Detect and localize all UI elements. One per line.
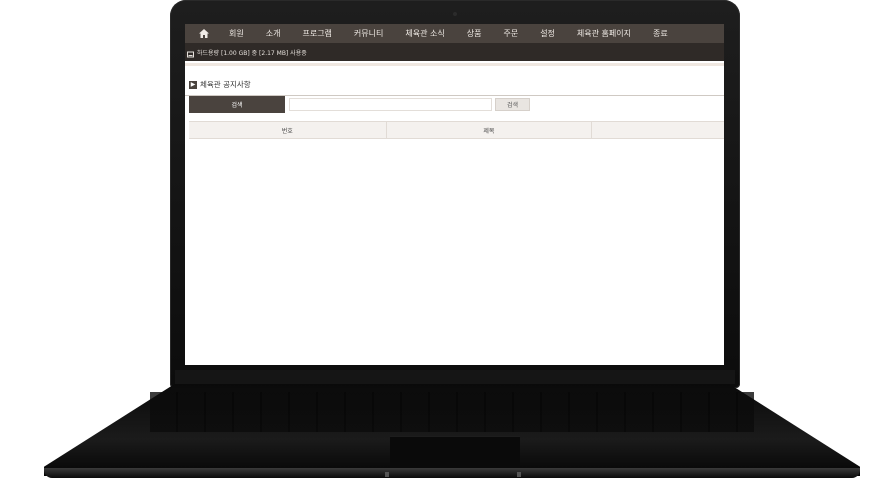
search-label: 검색 xyxy=(189,96,285,113)
nav-item-exit[interactable]: 종료 xyxy=(653,28,668,39)
nav-item-products[interactable]: 상품 xyxy=(467,28,482,39)
keyboard xyxy=(150,392,754,432)
section-heading: ▶ 체육관 공지사항 xyxy=(189,79,724,90)
hdd-icon xyxy=(187,43,194,62)
storage-usage-text: 하드용량 [1.00 GB] 중 [2.17 MB] 사용중 xyxy=(197,49,307,57)
column-header-number[interactable]: 번호 xyxy=(189,122,387,138)
nav-item-gym-homepage[interactable]: 체육관 홈페이지 xyxy=(577,28,631,39)
touchpad xyxy=(390,436,520,467)
laptop-hinge xyxy=(175,370,735,384)
home-icon[interactable] xyxy=(197,27,211,41)
storage-bar: 하드용량 [1.00 GB] 중 [2.17 MB] 사용중 xyxy=(185,43,724,61)
nav-item-community[interactable]: 커뮤니티 xyxy=(354,28,383,39)
nav-item-settings[interactable]: 설정 xyxy=(540,28,555,39)
arrow-right-icon: ▶ xyxy=(189,80,197,89)
column-header-extra xyxy=(592,122,724,138)
nav-item-orders[interactable]: 주문 xyxy=(503,28,518,39)
laptop-base-edge xyxy=(44,468,860,478)
column-header-title[interactable]: 제목 xyxy=(387,122,593,138)
nav-item-about[interactable]: 소개 xyxy=(266,28,281,39)
nav-item-gym-news[interactable]: 체육관 소식 xyxy=(405,28,444,39)
camera xyxy=(453,12,457,16)
page-title: 체육관 공지사항 xyxy=(200,80,251,89)
divider xyxy=(185,63,724,66)
laptop-foot xyxy=(385,472,389,477)
search-input[interactable] xyxy=(289,98,492,111)
search-row: 검색 검색 xyxy=(185,95,724,113)
top-nav: 회원 소개 프로그램 커뮤니티 체육관 소식 상품 주문 설정 체육관 홈페이지… xyxy=(185,24,724,43)
search-button[interactable]: 검색 xyxy=(495,98,530,111)
nav-item-programs[interactable]: 프로그램 xyxy=(302,28,331,39)
screen: 회원 소개 프로그램 커뮤니티 체육관 소식 상품 주문 설정 체육관 홈페이지… xyxy=(185,24,724,365)
nav-item-members[interactable]: 회원 xyxy=(229,28,244,39)
laptop-foot xyxy=(517,472,521,477)
table-header: 번호 제목 xyxy=(189,121,724,139)
